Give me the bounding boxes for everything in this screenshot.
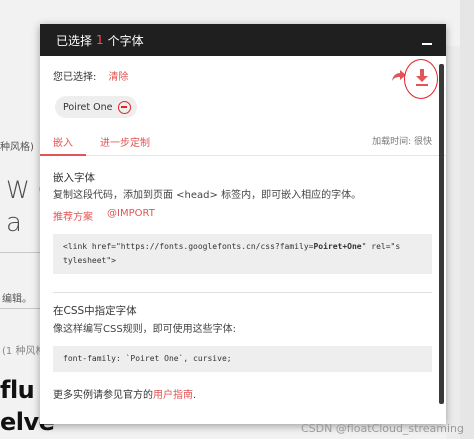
bg-divider [0,252,40,253]
embed-description: 复制这段代码，添加到页面 <head> 标签内，即可嵌入相应的字体。 [53,190,362,201]
download-highlight [404,59,438,99]
code-line: tylesheet"> [63,256,116,265]
bg-font-specimen: flu [0,376,35,404]
header-suffix: 个字体 [107,33,144,48]
header-prefix: 已选择 [56,33,93,48]
bg-edit-text: 编辑。 [2,294,32,305]
recommended-link[interactable]: 推荐方案 [53,208,93,223]
remove-font-icon[interactable] [118,100,132,114]
css-code-block[interactable]: font-family: `Poiret One`, cursive; [53,346,432,372]
tab-customize[interactable]: 进一步定制 [100,134,150,149]
tab-bar: 嵌入 进一步定制 加载时间: 很快 [40,128,446,156]
user-guide-link[interactable]: 用户指南 [153,390,193,401]
selected-row: 您已选择: 清除 [53,68,432,83]
selected-count: 1 [96,33,104,47]
css-title: 在CSS中指定字体 [53,305,137,317]
bg-right-panel [446,46,460,439]
embed-code-block[interactable]: <link href="https://fonts.googlefonts.cn… [53,234,432,274]
selected-font-chip[interactable]: Poiret One [55,96,138,118]
selected-fonts-panel: 已选择 1 个字体 您已选择: 清除 Poiret One 嵌入 进一步定制 加… [40,24,446,424]
selected-label: 您已选择: [53,72,97,83]
bg-styles-count: 种风格) [0,142,34,153]
scrollbar-thumb[interactable] [439,64,444,404]
code-line: font-family: `Poiret One`, cursive; [63,354,232,363]
bg-right-panel [460,0,474,439]
bg-styles-count: (1 种风格 [2,346,46,357]
active-tab-indicator [40,154,86,156]
panel-scrollbar[interactable] [436,64,446,404]
tab-embed[interactable]: 嵌入 [53,134,73,149]
minimize-button[interactable] [422,33,432,47]
download-icon[interactable] [415,69,429,87]
css-description: 像这样编写CSS规则，即可使用这些字体: [53,324,237,335]
watermark: CSDN @floatCloud_streaming [300,422,464,435]
code-line: <link href="https://fonts.googlefonts.cn… [63,242,401,251]
panel-header: 已选择 1 个字体 [40,24,446,56]
load-time: 加载时间: 很快 [372,137,432,147]
embed-title: 嵌入字体 [53,172,95,184]
embed-method-links: 推荐方案 @IMPORT [53,208,432,223]
guide-line: 更多实例请参见官方的用户指南. [53,390,197,401]
section-divider [53,292,432,293]
bg-divider [0,308,40,309]
import-link[interactable]: @IMPORT [107,208,155,223]
clear-button[interactable]: 清除 [108,68,128,83]
chip-font-name: Poiret One [63,101,113,113]
